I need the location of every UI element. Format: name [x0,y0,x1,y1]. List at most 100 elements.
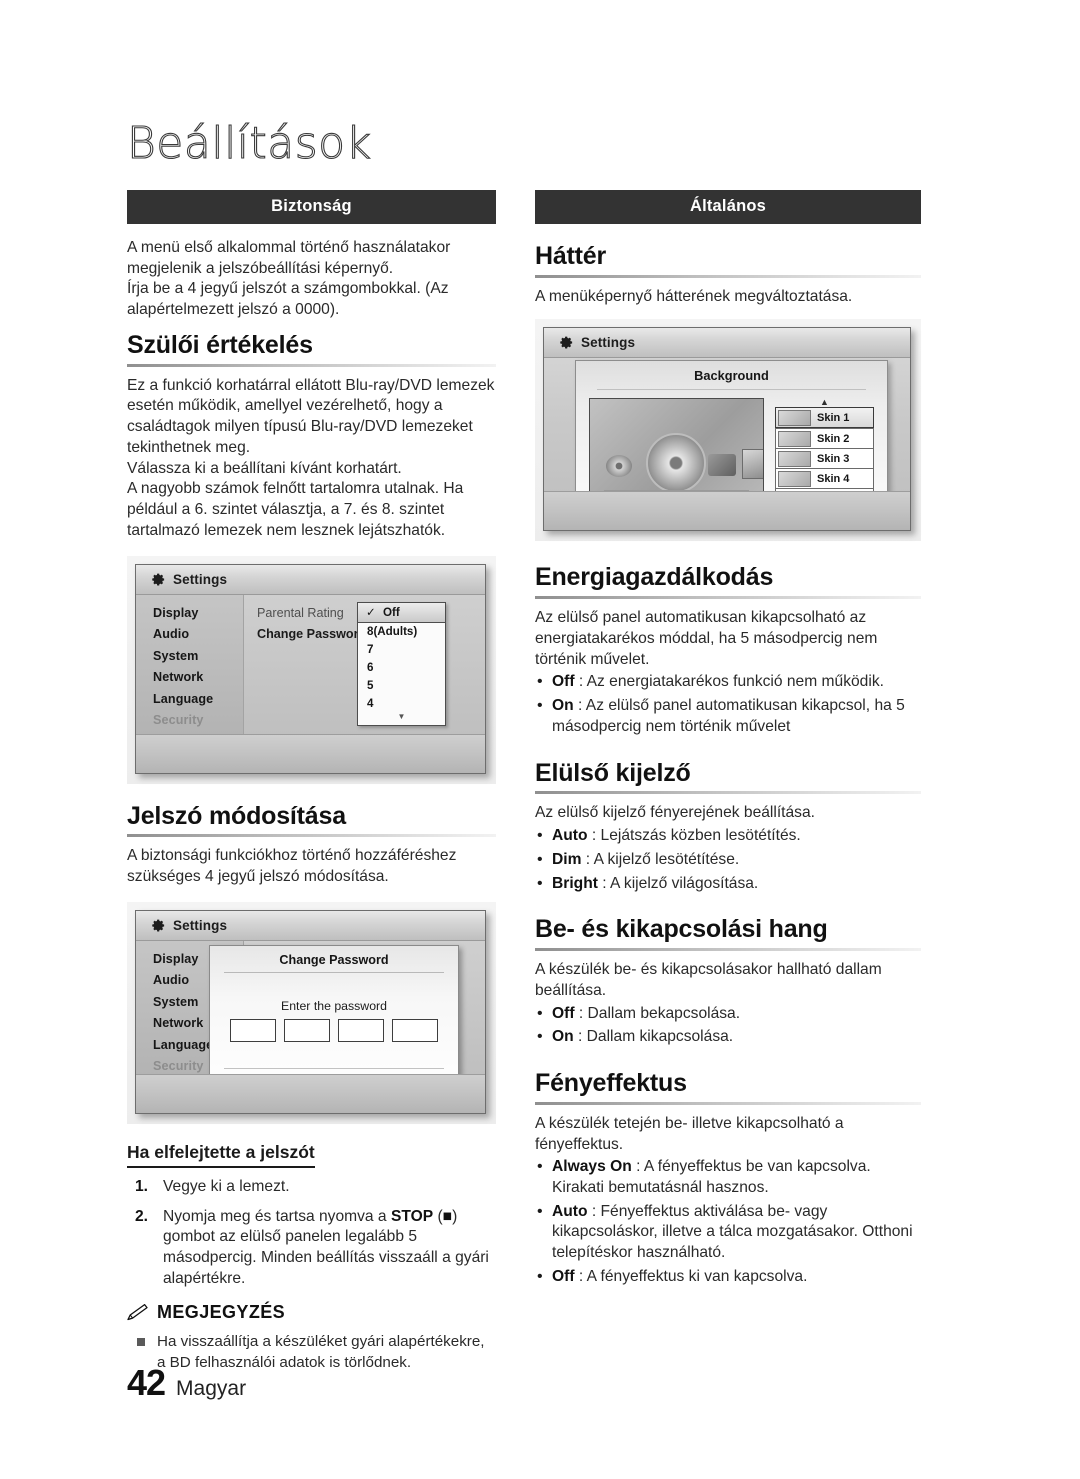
option-sep: : [587,827,601,845]
option-sep: : [573,1028,587,1046]
page-number: 42 [127,1362,166,1403]
heading-parental-rating: Szülői értékelés [127,330,313,359]
osd-window-title: Settings [173,917,228,933]
section-band-security: Biztonság [127,190,496,224]
osd-menu-item-security[interactable]: Security [153,713,243,727]
osd-frame: Settings Display Audio System Network La… [135,563,486,774]
gear-icon [560,337,573,349]
heading-rule [535,791,921,795]
option-sep: : [581,850,594,868]
skin-thumbnail [778,470,811,487]
skin-thumbnail [778,409,811,426]
osd-menu-item-language[interactable]: Language [153,692,243,706]
forgot-password-steps: 1. Vegye ki a lemezt. 2. Nyomja meg és t… [127,1177,496,1290]
option-sep: : [587,1202,601,1220]
option-item-on: On : Az elülső panel automatikusan kikap… [535,695,921,737]
osd-body: Display Audio System Network Language Se… [136,594,485,770]
option-desc: A kijelző lesötétítése. [593,850,740,868]
change-password-text: A biztonsági funkciókhoz történő hozzáfé… [127,847,457,886]
step-text-mid: ( [433,1207,443,1225]
osd-footer-bar [136,1073,485,1113]
section-band-general: Általános [535,190,921,224]
pin-digit-1[interactable] [230,1018,276,1042]
osd-option-4[interactable]: 4 [358,695,445,713]
option-term: Off [552,1267,575,1285]
skin-list-item-3[interactable]: Skin 3 [775,448,874,469]
heading-rule [535,948,921,952]
dialog-title: Change Password [279,952,389,967]
scroll-down-icon[interactable]: ▼ [358,712,445,723]
page-footer: 42 Magyar [127,1362,246,1404]
option-term: Off [552,1004,575,1022]
skin-list-item-4[interactable]: Skin 4 [775,468,874,489]
skin-list-item-1[interactable]: Skin 1 [775,407,874,429]
osd-option-8adults[interactable]: 8(Adults) [358,623,445,641]
option-desc: Dallam bekapcsolása. [587,1004,741,1022]
option-desc: Az energiatakarékos funkció nem működik. [586,673,884,691]
option-item-always-on: Always On : A fényeffektus be van kapcso… [535,1156,921,1198]
osd-window-title: Settings [581,335,636,351]
light-effect-text: A készülék tetején be- illetve kikapcsol… [535,1114,844,1153]
option-sep: : [597,874,611,892]
step-text-before: Nyomja meg és tartsa nyomva a [163,1207,391,1225]
pin-field-group[interactable] [210,1018,458,1042]
stop-button-label: STOP [390,1207,434,1225]
osd-option-label: Off [382,606,400,620]
step-number: 2. [135,1207,149,1225]
osd-option-6[interactable]: 6 [358,659,445,677]
skin-label: Skin 4 [817,472,850,485]
step-item-2: 2. Nyomja meg és tartsa nyomva a STOP (■… [127,1207,496,1290]
osd-footer-bar [544,491,910,531]
osd-option-off[interactable]: ✓ Off [357,601,446,623]
osd-content-pane: Parental Rating Change Password ✓ Off 8(… [244,594,485,735]
skin-label: Skin 1 [817,411,850,424]
osd-window-title: Settings [173,571,228,587]
osd-menu-item-system[interactable]: System [153,649,243,663]
option-term: Auto [552,827,588,845]
pin-digit-4[interactable] [392,1018,438,1042]
power-management-text: Az elülső panel automatikusan kikapcsolh… [535,609,878,668]
option-term: Auto [552,1202,588,1220]
osd-menu-item-audio[interactable]: Audio [153,627,243,641]
preview-icon-photos [708,454,736,477]
note-heading-label: MEGJEGYZÉS [157,1302,286,1323]
option-desc: Dallam kikapcsolása. [586,1028,734,1046]
note-heading: MEGJEGYZÉS [127,1302,496,1323]
heading-light-effect: Fényeffektus [535,1069,687,1098]
osd-sidebar-menu: Display Audio System Network Language Se… [136,594,244,770]
skin-list-item-2[interactable]: Skin 2 [775,428,874,449]
option-item-auto: Auto : Lejátszás közben lesötétítés. [535,825,921,847]
osd-titlebar: Settings [544,328,910,359]
page-title: Beállítások [126,118,372,169]
security-intro-text: A menü első alkalommal történő használat… [127,239,451,319]
power-management-options: Off : Az energiatakarékos funkció nem mű… [535,671,921,737]
change-password-dialog: Change Password Enter the password 0 - 9… [209,944,459,1095]
option-sep: : [574,1004,588,1022]
melody-text: A készülék be- és kikapcsolásakor hallha… [535,961,882,999]
option-term: Off [552,673,575,691]
pin-digit-3[interactable] [338,1018,384,1042]
osd-rating-dropdown[interactable]: ✓ Off 8(Adults) 7 6 5 4 ▼ [357,601,446,726]
option-sep: : [573,697,586,715]
pin-digit-2[interactable] [284,1018,330,1042]
option-desc: A kijelző világosítása. [610,874,759,892]
gear-icon [152,573,165,585]
divider [597,389,866,391]
osd-option-7[interactable]: 7 [358,641,445,659]
osd-footer-bar [136,733,485,773]
option-term: Always On [552,1158,632,1176]
option-desc: Fényeffektus aktiválása be- vagy kikapcs… [552,1202,913,1262]
manual-page: Beállítások Biztonság A menü első alkalo… [0,0,1080,1479]
osd-menu-item-network[interactable]: Network [153,670,243,684]
scroll-up-icon[interactable]: ▲ [775,398,874,407]
osd-menu-item-display[interactable]: Display [153,606,243,620]
option-item-auto: Auto : Fényeffektus aktiválása be- vagy … [535,1201,921,1264]
osd-frame: Settings Display Audio System Network La… [135,909,486,1114]
heading-rule [535,274,921,278]
light-effect-options: Always On : A fényeffektus be van kapcso… [535,1156,921,1287]
parental-rating-text: Ez a funkció korhatárral ellátott Blu-ra… [127,376,495,539]
option-item-off: Off : Az energiatakarékos funkció nem mű… [535,671,921,693]
osd-option-5[interactable]: 5 [358,677,445,695]
heading-front-display: Elülső kijelző [535,758,691,787]
step-text: Vegye ki a lemezt. [163,1177,290,1195]
